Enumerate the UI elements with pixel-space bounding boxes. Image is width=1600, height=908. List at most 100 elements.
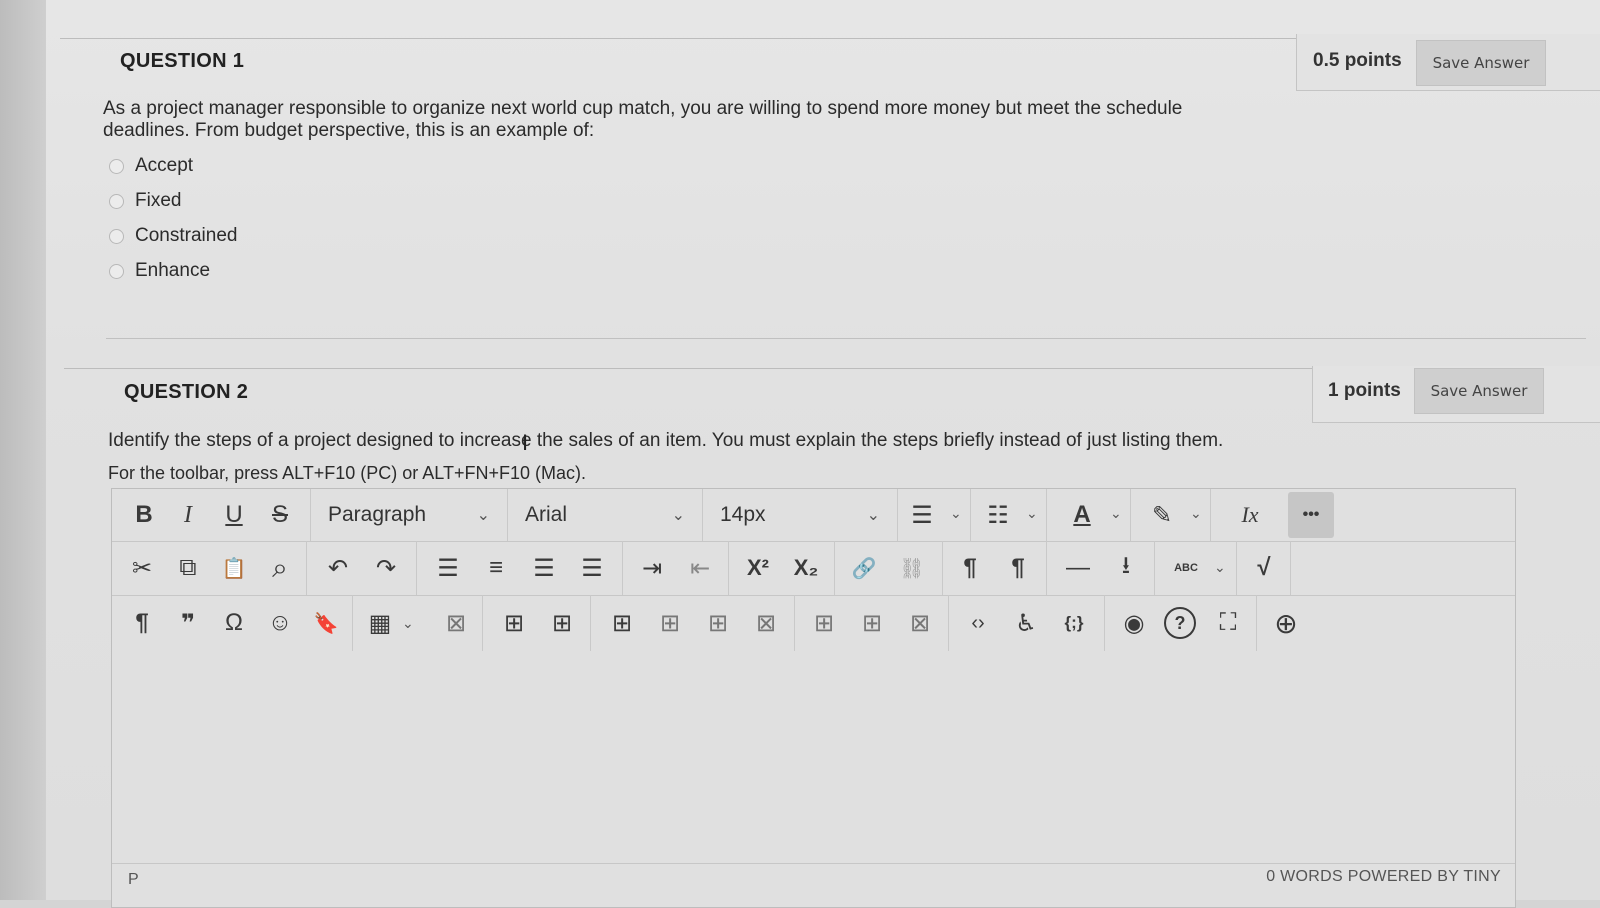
window-left-edge [0, 0, 47, 900]
chevron-down-icon[interactable]: ⌄ [1190, 505, 1202, 522]
chevron-down-icon[interactable]: ⌄ [950, 505, 962, 522]
source-code-icon[interactable]: ‹› [960, 605, 996, 641]
spellcheck-icon[interactable]: ABC [1166, 550, 1206, 586]
justify-icon[interactable]: ☰ [574, 550, 610, 586]
question2-points: 1 points [1328, 380, 1401, 401]
math-icon[interactable]: √ [1246, 550, 1282, 586]
toolbar-separator [590, 595, 591, 651]
bold-icon[interactable]: B [126, 497, 162, 533]
radio-button[interactable] [109, 158, 124, 174]
question1-points: 0.5 points [1313, 50, 1402, 71]
question1-option-fixed[interactable]: Fixed [109, 190, 181, 212]
radio-button[interactable] [109, 228, 124, 244]
redo-icon[interactable]: ↷ [368, 550, 404, 586]
outdent-icon[interactable]: ⇤ [682, 550, 718, 586]
highlight-icon[interactable]: ✎ [1144, 497, 1180, 533]
chevron-down-icon[interactable]: ⌄ [402, 615, 414, 632]
paste-icon[interactable]: 📋 [216, 550, 252, 586]
italic-icon[interactable]: I [170, 497, 206, 533]
element-path[interactable]: P [128, 871, 139, 889]
horizontal-line-icon[interactable]: — [1060, 550, 1096, 586]
copy-icon[interactable]: ⧉ [170, 550, 206, 586]
toolbar-separator [948, 595, 949, 651]
chevron-down-icon[interactable]: ⌄ [1214, 559, 1226, 576]
undo-icon[interactable]: ↶ [320, 550, 356, 586]
help-icon[interactable]: ? [1164, 607, 1196, 639]
cut-icon[interactable]: ✂ [124, 550, 160, 586]
toolbar-hint: For the toolbar, press ALT+F10 (PC) or A… [108, 463, 587, 483]
find-icon[interactable]: ⌕ [262, 550, 298, 586]
special-char-icon[interactable]: Ω [216, 605, 252, 641]
row-below-icon[interactable]: ⊞ [544, 605, 580, 641]
text-color-icon[interactable]: A [1064, 497, 1100, 533]
question2-save-answer-button[interactable]: Save Answer [1414, 368, 1544, 414]
question1-option-constrained[interactable]: Constrained [109, 225, 237, 247]
toolbar-separator [1290, 541, 1291, 595]
toolbar-row-2: ✂ ⧉ 📋 ⌕ ↶ ↷ ☰ ≡ ☰ ☰ ⇥ ⇤ X² X₂ 🔗 ⛓ ¶ ¶ — … [112, 541, 1515, 596]
code-sample-icon[interactable]: {;} [1056, 605, 1092, 641]
question2-title: QUESTION 2 [124, 381, 249, 403]
font-family-dropdown[interactable]: Arial ⌄ [509, 493, 701, 537]
question1-option-accept[interactable]: Accept [109, 155, 193, 177]
question1-option-enhance[interactable]: Enhance [109, 260, 210, 282]
preview-icon[interactable]: ◉ [1116, 605, 1152, 641]
toolbar-separator [310, 489, 311, 541]
editor-content-area[interactable] [112, 651, 1515, 871]
question1-save-answer-button[interactable]: Save Answer [1416, 40, 1546, 86]
paragraph-mark-icon[interactable]: ¶ [124, 605, 160, 641]
question2-text: Identify the steps of a project designed… [108, 430, 1224, 451]
insert-icon[interactable]: ⭳ [1108, 550, 1144, 586]
underline-icon[interactable]: U [216, 497, 252, 533]
align-left-icon[interactable]: ☰ [430, 550, 466, 586]
font-size-value: 14px [720, 503, 766, 526]
superscript-icon[interactable]: X² [738, 550, 778, 586]
delete-col-icon[interactable]: ⊠ [902, 605, 938, 641]
radio-button[interactable] [109, 193, 124, 209]
indent-icon[interactable]: ⇥ [634, 550, 670, 586]
toolbar-separator [942, 541, 943, 595]
align-center-icon[interactable]: ≡ [478, 550, 514, 586]
toolbar-separator [970, 489, 971, 541]
subscript-icon[interactable]: X₂ [786, 550, 826, 586]
insert-col-icon[interactable]: ⊞ [652, 605, 688, 641]
cell-props-icon[interactable]: ⊞ [604, 605, 640, 641]
toolbar-separator [622, 541, 623, 595]
table-icon[interactable]: ▦ [362, 605, 398, 641]
blockquote-icon[interactable]: ❞ [170, 605, 206, 641]
table-delete-icon[interactable]: ⊠ [438, 605, 474, 641]
row-above-icon[interactable]: ⊞ [496, 605, 532, 641]
chevron-down-icon[interactable]: ⌄ [1026, 505, 1038, 522]
rich-text-editor: B I U S Paragraph ⌄ Arial ⌄ 14px ⌄ ☰ ⌄ ☷… [111, 488, 1516, 908]
bullet-list-icon[interactable]: ☰ [904, 497, 940, 533]
bookmark-icon[interactable]: 🔖 [308, 605, 344, 641]
chevron-down-icon[interactable]: ⌄ [1110, 505, 1122, 522]
toolbar-separator [482, 595, 483, 651]
ltr-icon[interactable]: ¶ [952, 550, 988, 586]
unlink-icon[interactable]: ⛓ [894, 550, 930, 586]
option-label: Accept [135, 155, 194, 176]
more-icon[interactable]: ••• [1288, 492, 1334, 538]
clear-format-icon[interactable]: Ix [1232, 497, 1268, 533]
rtl-icon[interactable]: ¶ [1000, 550, 1036, 586]
split-cell-icon[interactable]: ⊞ [700, 605, 736, 641]
fullscreen-icon[interactable]: ⛶ [1210, 605, 1246, 641]
numbered-list-icon[interactable]: ☷ [980, 497, 1016, 533]
add-content-icon[interactable]: ⊕ [1268, 605, 1304, 641]
toolbar-row-3: ¶ ❞ Ω ☺ 🔖 ▦ ⌄ ⊠ ⊞ ⊞ ⊞ ⊞ ⊞ ⊠ ⊞ ⊞ ⊠ ‹› ♿ {… [112, 595, 1515, 652]
option-label: Constrained [135, 225, 238, 246]
emoji-icon[interactable]: ☺ [262, 605, 298, 641]
col-after-icon[interactable]: ⊞ [854, 605, 890, 641]
radio-button[interactable] [109, 263, 124, 279]
toolbar-separator [834, 541, 835, 595]
strikethrough-icon[interactable]: S [262, 497, 298, 533]
col-before-icon[interactable]: ⊞ [806, 605, 842, 641]
toolbar-separator [1256, 595, 1257, 651]
toolbar-separator [897, 489, 898, 541]
font-size-dropdown[interactable]: 14px ⌄ [704, 493, 896, 537]
link-icon[interactable]: 🔗 [846, 550, 882, 586]
accessibility-icon[interactable]: ♿ [1008, 605, 1044, 641]
align-right-icon[interactable]: ☰ [526, 550, 562, 586]
block-format-dropdown[interactable]: Paragraph ⌄ [312, 493, 506, 537]
merge-cell-icon[interactable]: ⊠ [748, 605, 784, 641]
toolbar-separator [702, 489, 703, 541]
